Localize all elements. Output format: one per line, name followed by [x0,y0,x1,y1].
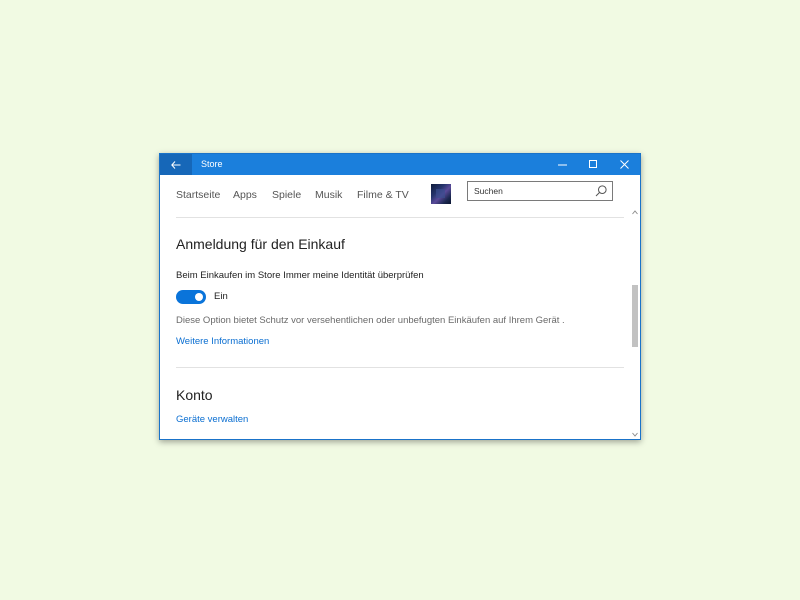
identity-check-toggle[interactable] [176,290,206,304]
option-description: Diese Option bietet Schutz vor versehent… [176,315,565,326]
maximize-button[interactable] [578,154,608,175]
store-nav-bar: Startseite Apps Spiele Musik Filme & TV [160,175,640,215]
scroll-down-icon[interactable] [632,432,638,437]
more-info-link[interactable]: Weitere Informationen [176,336,269,347]
window-title: Store [201,159,223,169]
close-button[interactable] [609,154,639,175]
store-window: Store Startseite Apps Spiele Musik Filme… [159,153,641,440]
back-arrow-icon [171,160,181,169]
identity-setting-label: Beim Einkaufen im Store Immer meine Iden… [176,270,424,281]
title-bar: Store [160,154,640,175]
nav-item-spiele[interactable]: Spiele [272,185,301,205]
scroll-up-icon[interactable] [632,210,638,215]
manage-devices-link[interactable]: Geräte verwalten [176,414,248,425]
toggle-state-label: Ein [214,291,228,302]
user-avatar[interactable] [431,184,451,204]
search-icon [595,185,607,197]
minimize-icon [557,164,567,166]
scrollbar-thumb[interactable] [632,285,638,347]
toggle-knob [195,293,203,301]
section-heading-account: Konto [176,387,213,403]
nav-item-apps[interactable]: Apps [233,185,257,205]
maximize-icon [588,160,597,168]
vertical-scrollbar[interactable] [630,206,640,439]
section-heading-purchase: Anmeldung für den Einkauf [176,236,345,252]
search-button[interactable] [594,184,608,198]
nav-item-musik[interactable]: Musik [315,185,342,205]
search-box [467,181,613,201]
search-input[interactable] [468,182,594,200]
section-divider [176,367,624,368]
back-button[interactable] [160,154,192,175]
close-icon [619,160,629,169]
nav-item-filme-tv[interactable]: Filme & TV [357,185,409,205]
nav-divider [176,217,624,218]
nav-item-startseite[interactable]: Startseite [176,185,220,205]
minimize-button[interactable] [547,154,577,175]
